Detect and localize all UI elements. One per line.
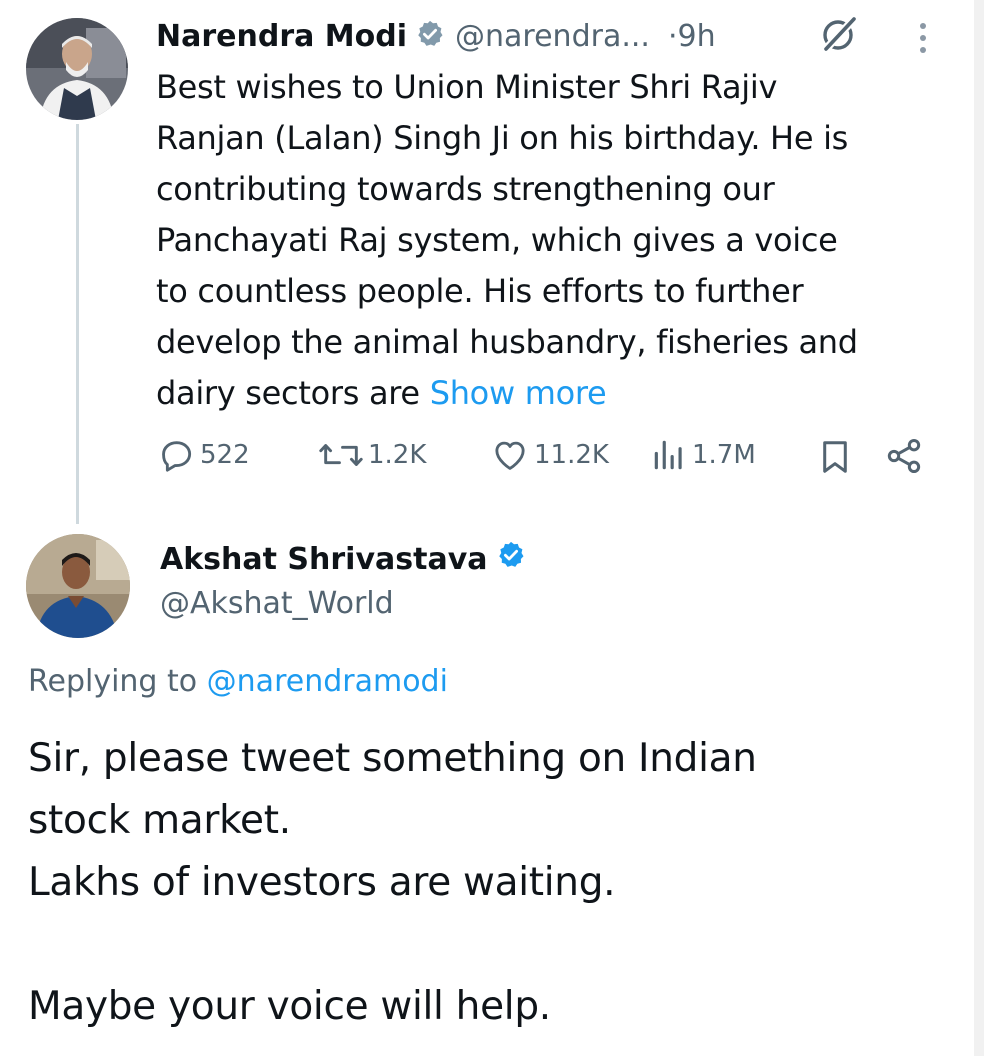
views-icon [654, 440, 682, 470]
author-handle[interactable]: @narendra... [455, 19, 650, 54]
verified-badge-icon [496, 540, 526, 578]
replying-to: Replying to @narendramodi [28, 664, 448, 699]
reply-text-line: Maybe your voice will help. [28, 984, 551, 1029]
repost-button[interactable]: 1.2K [318, 436, 426, 474]
reply-text-line: stock market. [28, 798, 291, 843]
reply-author-handle[interactable]: @Akshat_World [160, 586, 394, 621]
reply-text: Sir, please tweet something on Indian st… [28, 728, 958, 1038]
share-icon [887, 439, 921, 473]
tweet-header: Narendra Modi @narendra... ·9h [156, 14, 716, 58]
author-avatar[interactable] [26, 18, 128, 120]
views-count: 1.7M [692, 440, 756, 470]
author-name[interactable]: Narendra Modi [156, 19, 407, 54]
show-more-link[interactable]: Show more [430, 374, 607, 412]
tweet-text-line: to countless people. His efforts to furt… [156, 272, 804, 310]
tweet-text-line: Ranjan (Lalan) Singh Ji on his birthday.… [156, 119, 849, 157]
page-edge [974, 0, 984, 1056]
reply-button[interactable]: 522 [158, 436, 250, 474]
reply-text-line [28, 914, 958, 976]
repost-count: 1.2K [368, 440, 427, 470]
tweet-text-tail: dairy sectors are [156, 374, 430, 412]
tweet-text-line: Panchayati Raj system, which gives a voi… [156, 221, 838, 259]
reply-text-line: Lakhs of investors are waiting. [28, 860, 616, 905]
replying-to-mention[interactable]: @narendramodi [207, 664, 448, 699]
tweet-text-line: contributing towards strengthening our [156, 170, 775, 208]
reply-author-avatar[interactable] [26, 534, 130, 638]
tweet-text-line: Best wishes to Union Minister Shri Rajiv [156, 68, 778, 106]
repost-icon [319, 444, 363, 466]
reply-author-name-row: Akshat Shrivastava [160, 540, 526, 578]
share-button[interactable] [884, 436, 928, 476]
bookmark-button[interactable] [818, 438, 856, 476]
tweet-text-line: develop the animal husbandry, fisheries … [156, 323, 858, 361]
reply-count: 522 [200, 440, 250, 470]
grok-icon[interactable] [818, 14, 860, 58]
more-vertical-icon[interactable] [916, 18, 930, 62]
tweet-time[interactable]: ·9h [668, 19, 716, 54]
verified-badge-icon [415, 19, 445, 53]
like-icon [495, 441, 525, 470]
tweet-actions: 522 1.2K 11.2K 1.7M [0, 436, 984, 482]
replying-to-label: Replying to [28, 664, 207, 699]
views-button[interactable]: 1.7M [650, 436, 756, 474]
tweet-text-line-last: dairy sectors are Show more [156, 368, 946, 419]
reply-text-line: Sir, please tweet something on Indian [28, 736, 757, 781]
bookmark-icon [823, 441, 847, 473]
tweet-text: Best wishes to Union Minister Shri Rajiv… [156, 62, 946, 419]
like-button[interactable]: 11.2K [490, 436, 609, 474]
reply-icon [162, 441, 192, 472]
reply-author-name[interactable]: Akshat Shrivastava [160, 542, 488, 577]
like-count: 11.2K [534, 440, 609, 470]
